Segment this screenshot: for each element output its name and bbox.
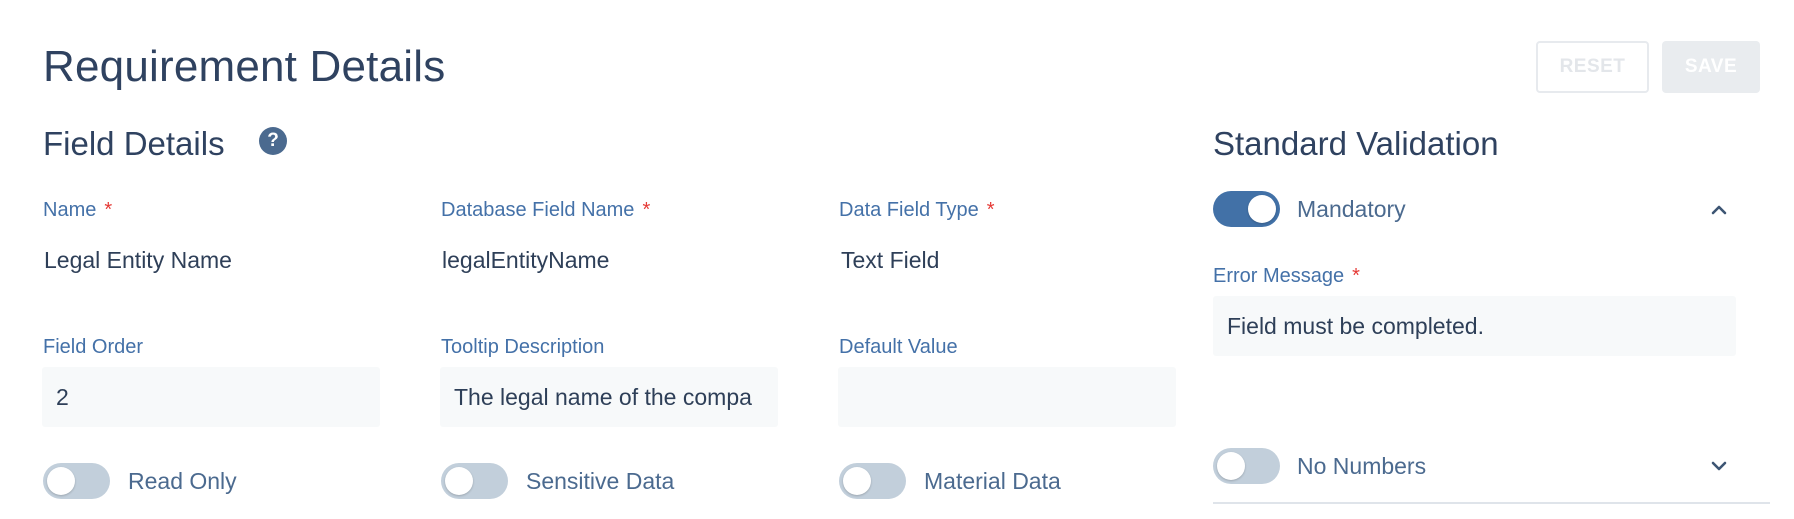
material-data-toggle[interactable] <box>839 463 906 499</box>
field-order-label: Field Order <box>43 336 144 358</box>
mandatory-toggle[interactable] <box>1213 191 1280 227</box>
data-field-type-value: Text Field <box>841 247 940 273</box>
default-value-label: Default Value <box>839 336 958 358</box>
data-field-type-label: Data Field Type * <box>839 199 995 221</box>
sensitive-data-label: Sensitive Data <box>526 468 675 494</box>
page-title: Requirement Details <box>43 42 446 91</box>
toggle-knob <box>47 467 75 495</box>
mandatory-label: Mandatory <box>1297 196 1406 222</box>
toggle-knob <box>445 467 473 495</box>
no-numbers-label: No Numbers <box>1297 453 1427 479</box>
toggle-knob <box>1217 452 1245 480</box>
name-value: Legal Entity Name <box>44 247 232 273</box>
divider <box>1213 502 1770 504</box>
error-message-input[interactable]: Field must be completed. <box>1213 296 1736 356</box>
question-circle-icon[interactable]: ? <box>259 127 287 155</box>
required-asterisk: * <box>986 199 995 221</box>
db-field-name-label: Database Field Name * <box>441 199 651 221</box>
sensitive-data-toggle[interactable] <box>441 463 508 499</box>
chevron-down-icon[interactable] <box>1707 454 1731 478</box>
save-button[interactable]: SAVE <box>1662 41 1760 93</box>
tooltip-description-label: Tooltip Description <box>441 336 605 358</box>
no-numbers-toggle[interactable] <box>1213 448 1280 484</box>
field-order-input[interactable]: 2 <box>42 367 380 427</box>
field-details-title: Field Details <box>43 125 225 162</box>
chevron-up-icon[interactable] <box>1707 198 1731 222</box>
read-only-label: Read Only <box>128 468 237 494</box>
error-message-label: Error Message * <box>1213 265 1360 287</box>
standard-validation-title: Standard Validation <box>1213 125 1499 162</box>
db-field-name-value: legalEntityName <box>442 247 610 273</box>
default-value-input[interactable] <box>838 367 1176 427</box>
reset-button[interactable]: RESET <box>1536 41 1649 93</box>
toggle-knob <box>1248 195 1276 223</box>
name-label: Name * <box>43 199 113 221</box>
toggle-knob <box>843 467 871 495</box>
tooltip-description-input[interactable]: The legal name of the compa <box>440 367 778 427</box>
read-only-toggle[interactable] <box>43 463 110 499</box>
required-asterisk: * <box>1352 265 1360 287</box>
required-asterisk: * <box>642 199 651 221</box>
material-data-label: Material Data <box>924 468 1061 494</box>
required-asterisk: * <box>104 199 113 221</box>
